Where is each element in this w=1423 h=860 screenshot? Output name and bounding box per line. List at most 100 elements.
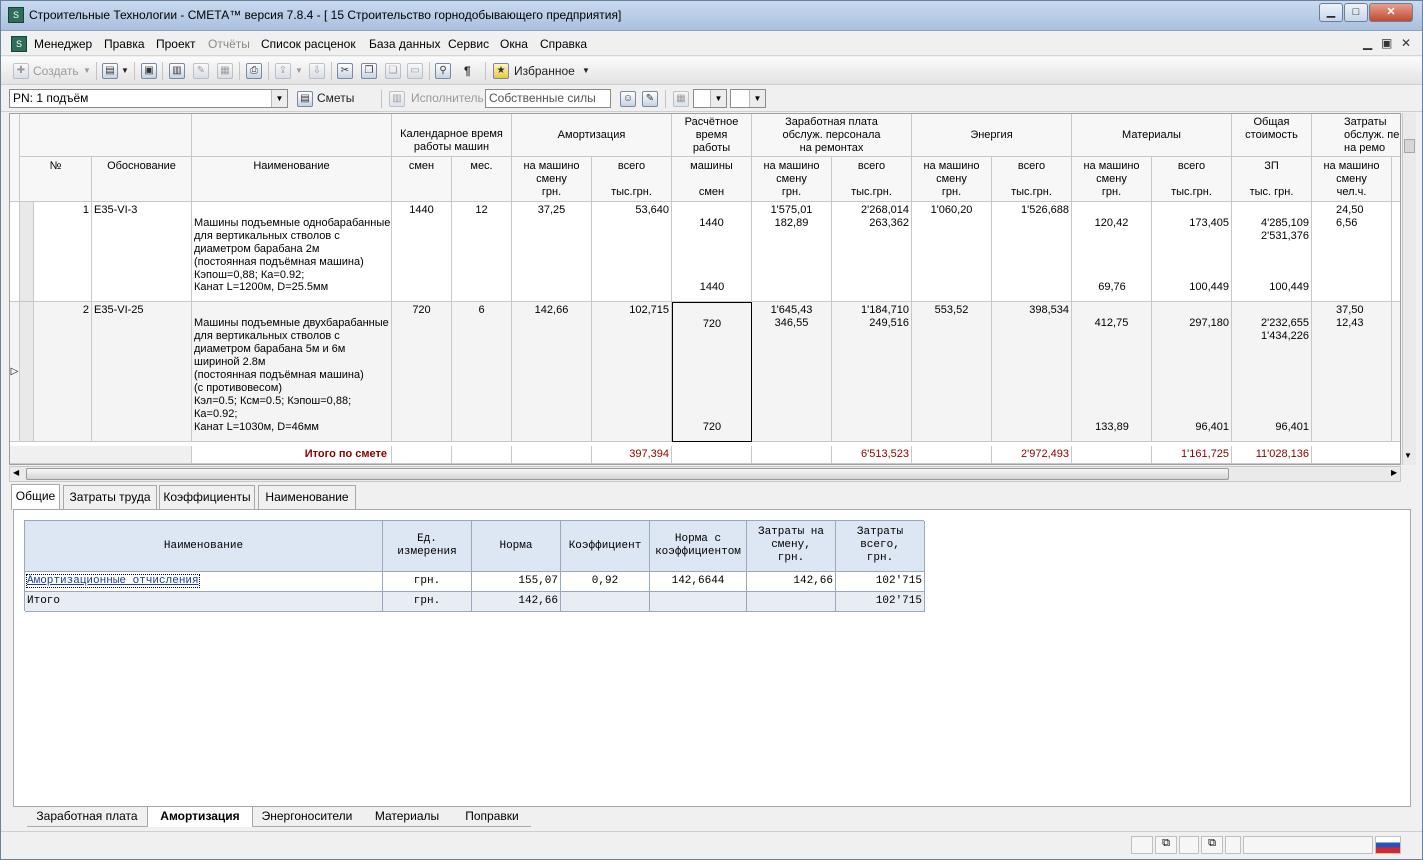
favorites-dropdown-icon[interactable]: ▼ xyxy=(582,61,590,81)
header-months[interactable]: мес. xyxy=(452,157,512,202)
amortization-link[interactable]: Амортизационные отчисления xyxy=(26,574,200,588)
header-calendar-time[interactable]: Календарное время работы машин xyxy=(392,128,512,157)
edit-doc-icon[interactable]: ✎ xyxy=(193,63,209,79)
print-icon[interactable]: ⎙ xyxy=(246,63,262,79)
row-name-cell[interactable]: Машины подъемные однобарабанные для верт… xyxy=(192,202,392,302)
header-total-cost[interactable]: Общая стоимость xyxy=(1232,114,1312,157)
detail-row-coef[interactable]: 0,92 xyxy=(561,572,650,592)
row-am-shift[interactable]: 37,25 xyxy=(512,202,592,302)
header-basis[interactable]: Обоснование xyxy=(92,157,192,202)
row-shifts[interactable]: 720 xyxy=(392,302,452,442)
copy-icon[interactable]: ❐ xyxy=(361,63,377,79)
header-en-total[interactable]: всего тыс.грн. xyxy=(992,157,1072,202)
tab-energy-carriers[interactable]: Энергоносители xyxy=(253,807,361,827)
row-mat-shift-cell[interactable]: 120,42 69,76 xyxy=(1072,202,1152,302)
row-labor[interactable]: 24,50 6,56 xyxy=(1312,202,1392,302)
scroll-thumb[interactable] xyxy=(26,468,1229,480)
menu-manager[interactable]: Менеджер xyxy=(34,37,92,51)
pilcrow-icon[interactable]: ¶ xyxy=(464,61,471,81)
row-shifts[interactable]: 1440 xyxy=(392,202,452,302)
mdi-minimize-icon[interactable]: ▁ xyxy=(1363,36,1372,50)
tab-materials[interactable]: Материалы xyxy=(361,807,453,827)
option-select-1[interactable]: ▼ xyxy=(693,89,727,108)
section-select[interactable]: PN: 1 подъём ▼ xyxy=(9,89,288,108)
row-calc-cell-selected[interactable]: 720 720 xyxy=(672,302,752,442)
menu-reports[interactable]: Отчёты xyxy=(208,37,250,51)
header-salary[interactable]: Заработная плата обслуж. персонала на ре… xyxy=(752,114,912,157)
row-en-shift[interactable]: 1'060,20 xyxy=(912,202,992,302)
tab-general[interactable]: Общие xyxy=(11,484,60,510)
favorites-button[interactable]: Избранное xyxy=(514,61,575,81)
scroll-left-icon[interactable]: ◀ xyxy=(13,468,19,477)
tab-coefficients[interactable]: Коэффициенты xyxy=(159,485,255,509)
minimize-button[interactable]: ▁ xyxy=(1319,3,1343,22)
header-shifts[interactable]: смен xyxy=(392,157,452,202)
row-en-total[interactable]: 398,534 xyxy=(992,302,1072,442)
header-no[interactable]: № xyxy=(20,157,92,202)
chevron-down-icon[interactable]: ▼ xyxy=(271,90,287,107)
chevron-down-icon[interactable]: ▼ xyxy=(749,90,765,107)
tab-amortization[interactable]: Амортизация xyxy=(147,807,253,827)
paste-special-icon[interactable]: ❏ xyxy=(385,63,401,79)
calculator-icon[interactable]: ▦ xyxy=(673,91,689,107)
tab-name[interactable]: Наименование xyxy=(258,485,356,509)
window-tile-icon[interactable]: ⧉ xyxy=(1201,836,1223,854)
header-zp[interactable]: ЗП тыс. грн. xyxy=(1232,157,1312,202)
create-dropdown-icon[interactable]: ▼ xyxy=(83,61,91,81)
user-icon[interactable]: ☺ xyxy=(620,91,636,107)
menu-windows[interactable]: Окна xyxy=(500,37,528,51)
row-am-total[interactable]: 53,640 xyxy=(592,202,672,302)
row-sal-total[interactable]: 1'184,710 249,516 xyxy=(832,302,912,442)
save-icon[interactable]: ▣ xyxy=(141,63,157,79)
tab-labor-costs[interactable]: Затраты труда xyxy=(63,485,157,509)
row-months[interactable]: 12 xyxy=(452,202,512,302)
tab-salary[interactable]: Заработная плата xyxy=(27,807,147,827)
open-dropdown-icon[interactable]: ▼ xyxy=(121,61,129,81)
row-en-shift[interactable]: 553,52 xyxy=(912,302,992,442)
row-no[interactable]: 1 xyxy=(34,202,92,302)
scroll-right-icon[interactable]: ▶ xyxy=(1391,468,1397,477)
menu-help[interactable]: Справка xyxy=(540,37,587,51)
row-sal-shift[interactable]: 1'575,01 182,89 xyxy=(752,202,832,302)
row-mat-total-cell[interactable]: 173,405 100,449 xyxy=(1152,202,1232,302)
open-icon[interactable]: ▤ xyxy=(102,63,118,79)
find-icon[interactable]: ⚲ xyxy=(435,63,451,79)
header-labor[interactable]: Затраты обслуж. пе на ремо xyxy=(1312,114,1400,157)
header-en-per-shift[interactable]: на машино смену грн. xyxy=(912,157,992,202)
header-am-total[interactable]: всего тыс.грн. xyxy=(592,157,672,202)
edit-icon[interactable]: ✎ xyxy=(642,91,658,107)
header-am-per-shift[interactable]: на машино смену грн. xyxy=(512,157,592,202)
row-months[interactable]: 6 xyxy=(452,302,512,442)
row-mat-shift-cell[interactable]: 412,75 133,89 xyxy=(1072,302,1152,442)
export-icon[interactable]: ⇪ xyxy=(275,63,291,79)
header-materials[interactable]: Материалы xyxy=(1072,114,1232,157)
scroll-down-icon[interactable]: ▼ xyxy=(1404,451,1412,460)
row-cost-cell[interactable]: 2'232,655 1'434,226 96,401 xyxy=(1232,302,1312,442)
row-basis[interactable]: Е35-VI-3 xyxy=(92,202,192,302)
detail-row-name[interactable]: Амортизационные отчисления xyxy=(25,572,383,592)
header-energy[interactable]: Энергия xyxy=(912,114,1072,157)
maximize-button[interactable]: □ xyxy=(1344,3,1368,22)
row-no[interactable]: 2 xyxy=(34,302,92,442)
header-mat-total[interactable]: всего тыс.грн. xyxy=(1152,157,1232,202)
row-mat-total-cell[interactable]: 297,180 96,401 xyxy=(1152,302,1232,442)
header-calc-machines[interactable]: машины смен xyxy=(672,157,752,202)
cut-icon[interactable]: ✂ xyxy=(337,63,353,79)
menu-database[interactable]: База данных xyxy=(369,37,440,51)
grid-horizontal-scrollbar[interactable]: ◀ ▶ xyxy=(9,466,1401,482)
menu-project[interactable]: Проект xyxy=(156,37,196,51)
import-icon[interactable]: ⇩ xyxy=(309,63,325,79)
create-button[interactable]: Создать xyxy=(33,61,79,81)
row-am-shift[interactable]: 142,66 xyxy=(512,302,592,442)
export-dropdown-icon[interactable]: ▼ xyxy=(295,61,303,81)
row-cost-cell[interactable]: 4'285,109 2'531,376 100,449 xyxy=(1232,202,1312,302)
doc-icon[interactable]: ▦ xyxy=(217,63,233,79)
mdi-restore-icon[interactable]: ▣ xyxy=(1381,36,1392,50)
header-calc-time[interactable]: Расчётное время работы xyxy=(672,114,752,157)
header-labor-per-shift[interactable]: на машино смену чел.ч. xyxy=(1312,157,1392,202)
close-button[interactable]: ✕ xyxy=(1369,3,1413,22)
row-basis[interactable]: Е35-VI-25 xyxy=(92,302,192,442)
row-calc-cell[interactable]: 1440 1440 xyxy=(672,202,752,302)
scroll-thumb[interactable] xyxy=(1404,139,1415,153)
language-flag-icon[interactable] xyxy=(1375,836,1401,854)
